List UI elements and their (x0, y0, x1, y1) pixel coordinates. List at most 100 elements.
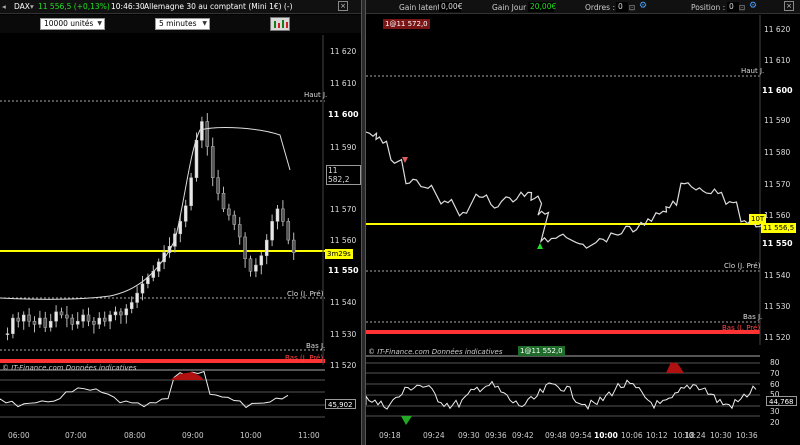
oscillator-line (0, 370, 289, 409)
candle-body (243, 236, 247, 260)
candle-body (48, 320, 53, 328)
overbought-zone (666, 362, 684, 373)
watermark: © IT-Finance.com Données indicatives (368, 348, 503, 356)
time-tick: 09:54 (570, 431, 592, 440)
price-tick: 11 620 (764, 25, 791, 34)
candle-body (248, 258, 253, 272)
candle-body (43, 317, 48, 328)
indicator-line (0, 127, 291, 300)
candle-body (237, 224, 242, 238)
candle-body (129, 302, 134, 309)
candle-body (124, 308, 129, 316)
time-tick: 09:48 (545, 431, 567, 440)
price-tick: 11 570 (764, 180, 791, 189)
price-tick: 11 590 (330, 143, 357, 152)
time-tick: 07:00 (65, 431, 87, 440)
price-tick: 11 550 (328, 266, 359, 275)
candle-body (221, 193, 226, 210)
osc-tick: 60 (770, 380, 780, 389)
cloture-label: Clo (J. Pré) (287, 290, 324, 298)
time-tick: 10:24 (684, 431, 706, 440)
price-tick: 11 600 (328, 110, 359, 119)
candle-body (200, 121, 204, 141)
time-tick: 09:00 (182, 431, 204, 440)
time-tick: 09:42 (512, 431, 534, 440)
time-tick: 11:00 (298, 431, 320, 440)
candle-body (183, 205, 188, 222)
candle-body (286, 221, 291, 241)
sell-arrow-icon (402, 157, 408, 163)
time-tick: 09:18 (379, 431, 401, 440)
time-tick: 10:00 (240, 431, 262, 440)
price-tick: 11 520 (764, 333, 791, 342)
bas-pre-label: Bas (J. Pré) (285, 354, 324, 362)
price-tick: 11 590 (764, 116, 791, 125)
osc-tick: 30 (770, 407, 780, 416)
time-tick: 09:30 (458, 431, 480, 440)
candle-body (194, 139, 199, 178)
candle-body (81, 314, 85, 322)
quantity-tag: 10T (749, 214, 767, 224)
osc-tick: 80 (770, 358, 780, 367)
candle-body (227, 208, 231, 216)
candle-body (65, 314, 69, 319)
candle-body (59, 311, 64, 316)
candle-body (140, 283, 145, 294)
price-tick: 11 520 (330, 361, 357, 370)
candle-body (92, 320, 96, 325)
last-price-tag: 11 556,5 (761, 223, 797, 233)
time-tick: 08:00 (124, 431, 146, 440)
candle-body (38, 317, 42, 325)
current-indicator-price: 11 582,2 (326, 165, 361, 185)
time-tick: 10:30 (710, 431, 732, 440)
price-tick: 11 550 (762, 239, 793, 248)
price-tick-line (366, 131, 768, 249)
candle-body (216, 177, 220, 194)
time-tick: 10:06 (621, 431, 643, 440)
oversold-zone (401, 416, 412, 425)
price-tick: 11 600 (762, 86, 793, 95)
candle-body (11, 317, 15, 334)
candle-body (86, 314, 91, 322)
osc-current-value: 44,768 (766, 396, 797, 406)
osc-tick: 20 (770, 418, 780, 427)
time-tick: 09:24 (423, 431, 445, 440)
candle-body (97, 317, 102, 325)
candle-body (189, 177, 193, 207)
sell-order-tag[interactable]: 1@11 572,0 (383, 19, 430, 29)
candle-body (113, 311, 118, 316)
price-tick: 11 530 (330, 330, 357, 339)
buy-arrow-icon (537, 243, 543, 249)
candle-body (232, 214, 237, 225)
candle-body (254, 264, 258, 272)
price-tick: 11 610 (764, 56, 791, 65)
candle-body (70, 317, 75, 325)
price-tick: 11 610 (330, 79, 357, 88)
time-tick: 09:36 (485, 431, 507, 440)
candle-body (281, 208, 285, 222)
candle-body (21, 314, 26, 322)
candle-body (205, 121, 210, 147)
right-chart-pane[interactable]: Gain latent : 0,00€ Gain Jour : 20,00€ O… (366, 0, 800, 445)
left-chart-pane[interactable]: ◂ DAX ▾ 11 556,5 (+0,13%) 10:46:30 Allem… (0, 0, 361, 445)
bas-jour-label: Bas J. (743, 313, 763, 321)
countdown-timer: 3m29s (325, 249, 353, 259)
candle-body (54, 311, 58, 322)
time-tick: 10:36 (736, 431, 758, 440)
price-tick: 11 540 (764, 271, 791, 280)
candle-body (16, 317, 21, 322)
right-price-chart[interactable] (366, 0, 800, 445)
candle-body (75, 320, 80, 325)
price-tick: 11 540 (330, 298, 357, 307)
time-tick: 10:00 (594, 431, 618, 440)
watermark: © IT-Finance.com Données indicatives (2, 364, 137, 372)
candle-body (210, 146, 215, 178)
time-tick: 10:12 (646, 431, 668, 440)
haut-jour-label: Haut J. (304, 91, 328, 99)
candle-body (270, 221, 274, 241)
candle-body (32, 320, 37, 325)
cloture-label: Clo (J. Pré) (724, 262, 761, 270)
left-price-chart[interactable] (0, 0, 361, 445)
buy-order-tag[interactable]: 1@11 552,0 (518, 346, 565, 356)
candle-body (264, 239, 269, 256)
